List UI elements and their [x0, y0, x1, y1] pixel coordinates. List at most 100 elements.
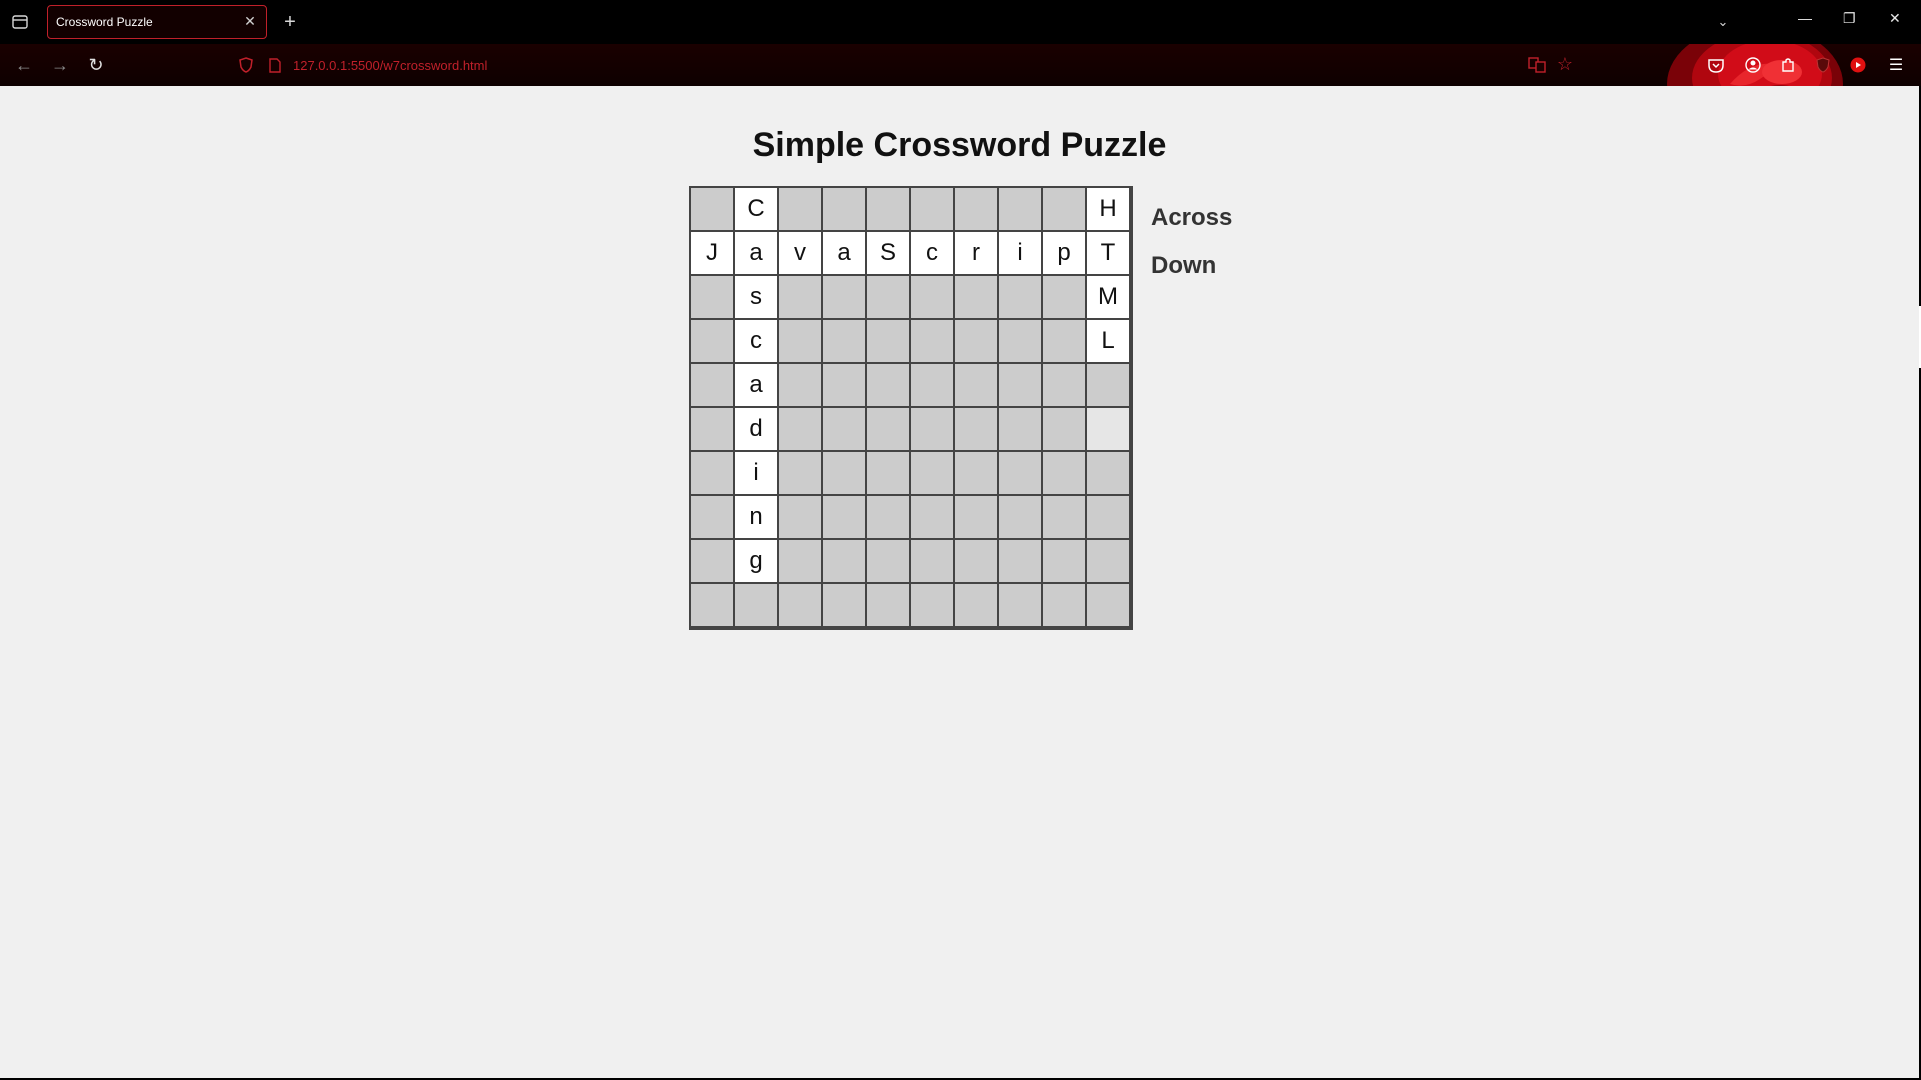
crossword-cell-blocked [910, 495, 954, 539]
translate-icon[interactable] [1527, 55, 1547, 75]
crossword-cell-letter[interactable]: C [734, 187, 778, 231]
crossword-cell-blocked [1086, 583, 1130, 627]
chevron-down-icon[interactable]: ⌄ [1713, 12, 1733, 32]
crossword-cell-blocked [690, 319, 734, 363]
crossword-cell-letter[interactable]: d [734, 407, 778, 451]
crossword-cell-letter[interactable]: c [734, 319, 778, 363]
crossword-cell-blocked [954, 539, 998, 583]
url-bar[interactable]: 127.0.0.1:5500/w7crossword.html [293, 58, 487, 73]
crossword-cell-letter[interactable]: g [734, 539, 778, 583]
crossword-cell-blocked [690, 275, 734, 319]
crossword-cell-letter[interactable]: M [1086, 275, 1130, 319]
crossword-cell-blocked [1086, 407, 1130, 451]
down-heading: Down [1151, 252, 1217, 279]
crossword-cell-blocked [1042, 451, 1086, 495]
crossword-cell-blocked [1042, 407, 1086, 451]
crossword-cell-letter[interactable]: v [778, 231, 822, 275]
crossword-cell-blocked [866, 407, 910, 451]
crossword-cell-letter[interactable]: L [1086, 319, 1130, 363]
crossword-cell-letter[interactable]: S [866, 231, 910, 275]
new-tab-icon[interactable]: + [280, 11, 300, 33]
close-icon[interactable]: ✕ [242, 13, 258, 29]
crossword-cell-blocked [998, 495, 1042, 539]
crossword-cell-blocked [822, 407, 866, 451]
crossword-cell-blocked [866, 363, 910, 407]
tab-title: Crossword Puzzle [56, 15, 153, 29]
crossword-cell-blocked [778, 275, 822, 319]
extensions-icon[interactable] [1778, 55, 1798, 75]
crossword-cell-blocked [866, 539, 910, 583]
crossword-cell-blocked [778, 319, 822, 363]
reload-icon[interactable]: ↻ [85, 54, 107, 76]
restore-icon[interactable]: ❐ [1843, 10, 1856, 27]
crossword-cell-blocked [822, 187, 866, 231]
crossword-cell-letter[interactable]: H [1086, 187, 1130, 231]
page-title: Simple Crossword Puzzle [752, 126, 1167, 164]
crossword-cell-blocked [778, 495, 822, 539]
crossword-cell-blocked [998, 451, 1042, 495]
youtube-icon[interactable] [1848, 55, 1868, 75]
crossword-cell-blocked [822, 539, 866, 583]
menu-icon[interactable]: ☰ [1886, 55, 1906, 75]
account-icon[interactable] [1743, 55, 1763, 75]
crossword-cell-blocked [866, 451, 910, 495]
forward-icon[interactable]: → [49, 54, 71, 76]
crossword-cell-blocked [954, 187, 998, 231]
pocket-icon[interactable] [1706, 55, 1726, 75]
crossword-cell-blocked [866, 583, 910, 627]
crossword-cell-letter[interactable]: i [998, 231, 1042, 275]
crossword-cell-blocked [690, 539, 734, 583]
crossword-cell-blocked [1086, 451, 1130, 495]
crossword-cell-blocked [866, 495, 910, 539]
crossword-cell-letter[interactable]: a [822, 231, 866, 275]
crossword-cell-blocked [910, 363, 954, 407]
crossword-cell-letter[interactable]: T [1086, 231, 1130, 275]
crossword-cell-letter[interactable]: s [734, 275, 778, 319]
crossword-grid: CHJavaScripTsMcLading [689, 186, 1133, 630]
bookmark-star-icon[interactable]: ☆ [1555, 54, 1575, 74]
crossword-cell-blocked [778, 583, 822, 627]
crossword-cell-blocked [998, 363, 1042, 407]
shield-icon[interactable] [237, 56, 255, 74]
tab-crossword-puzzle[interactable]: Crossword Puzzle ✕ [47, 5, 267, 39]
crossword-cell-blocked [778, 187, 822, 231]
window-close-icon[interactable]: ✕ [1889, 10, 1901, 27]
crossword-cell-blocked [778, 539, 822, 583]
crossword-cell-blocked [1042, 319, 1086, 363]
crossword-cell-blocked [1042, 275, 1086, 319]
crossword-cell-letter[interactable]: c [910, 231, 954, 275]
crossword-cell-blocked [866, 187, 910, 231]
across-heading: Across [1151, 204, 1233, 231]
crossword-cell-blocked [690, 363, 734, 407]
tab-list-icon[interactable] [10, 12, 30, 32]
browser-window: Crossword Puzzle ✕ + ⌄ — ❐ ✕ ← → ↻ 127.0… [0, 0, 1921, 1080]
clues-panel: Across Down [1151, 204, 1232, 300]
crossword-cell-blocked [998, 407, 1042, 451]
ublock-icon[interactable] [1813, 55, 1833, 75]
crossword-cell-letter[interactable]: i [734, 451, 778, 495]
crossword-cell-letter[interactable]: J [690, 231, 734, 275]
crossword-cell-blocked [1086, 539, 1130, 583]
crossword-cell-letter[interactable]: a [734, 231, 778, 275]
crossword-cell-letter[interactable]: r [954, 231, 998, 275]
navigation-bar: ← → ↻ 127.0.0.1:5500/w7crossword.html ☆ [0, 44, 1921, 130]
back-icon[interactable]: ← [13, 54, 35, 76]
crossword-cell-blocked [822, 363, 866, 407]
crossword-cell-blocked [866, 275, 910, 319]
crossword-cell-blocked [690, 451, 734, 495]
crossword-cell-blocked [822, 451, 866, 495]
crossword-cell-letter[interactable]: a [734, 363, 778, 407]
crossword-cell-blocked [690, 583, 734, 627]
crossword-cell-blocked [822, 583, 866, 627]
tab-strip: Crossword Puzzle ✕ + ⌄ — ❐ ✕ [0, 0, 1921, 44]
crossword-cell-blocked [998, 275, 1042, 319]
crossword-cell-blocked [822, 495, 866, 539]
crossword-cell-letter[interactable]: n [734, 495, 778, 539]
crossword-cell-blocked [910, 187, 954, 231]
minimize-icon[interactable]: — [1798, 10, 1812, 26]
crossword-cell-letter[interactable]: p [1042, 231, 1086, 275]
crossword-cell-blocked [734, 583, 778, 627]
crossword-cell-blocked [866, 319, 910, 363]
crossword-cell-blocked [1042, 363, 1086, 407]
page-icon [266, 56, 284, 74]
